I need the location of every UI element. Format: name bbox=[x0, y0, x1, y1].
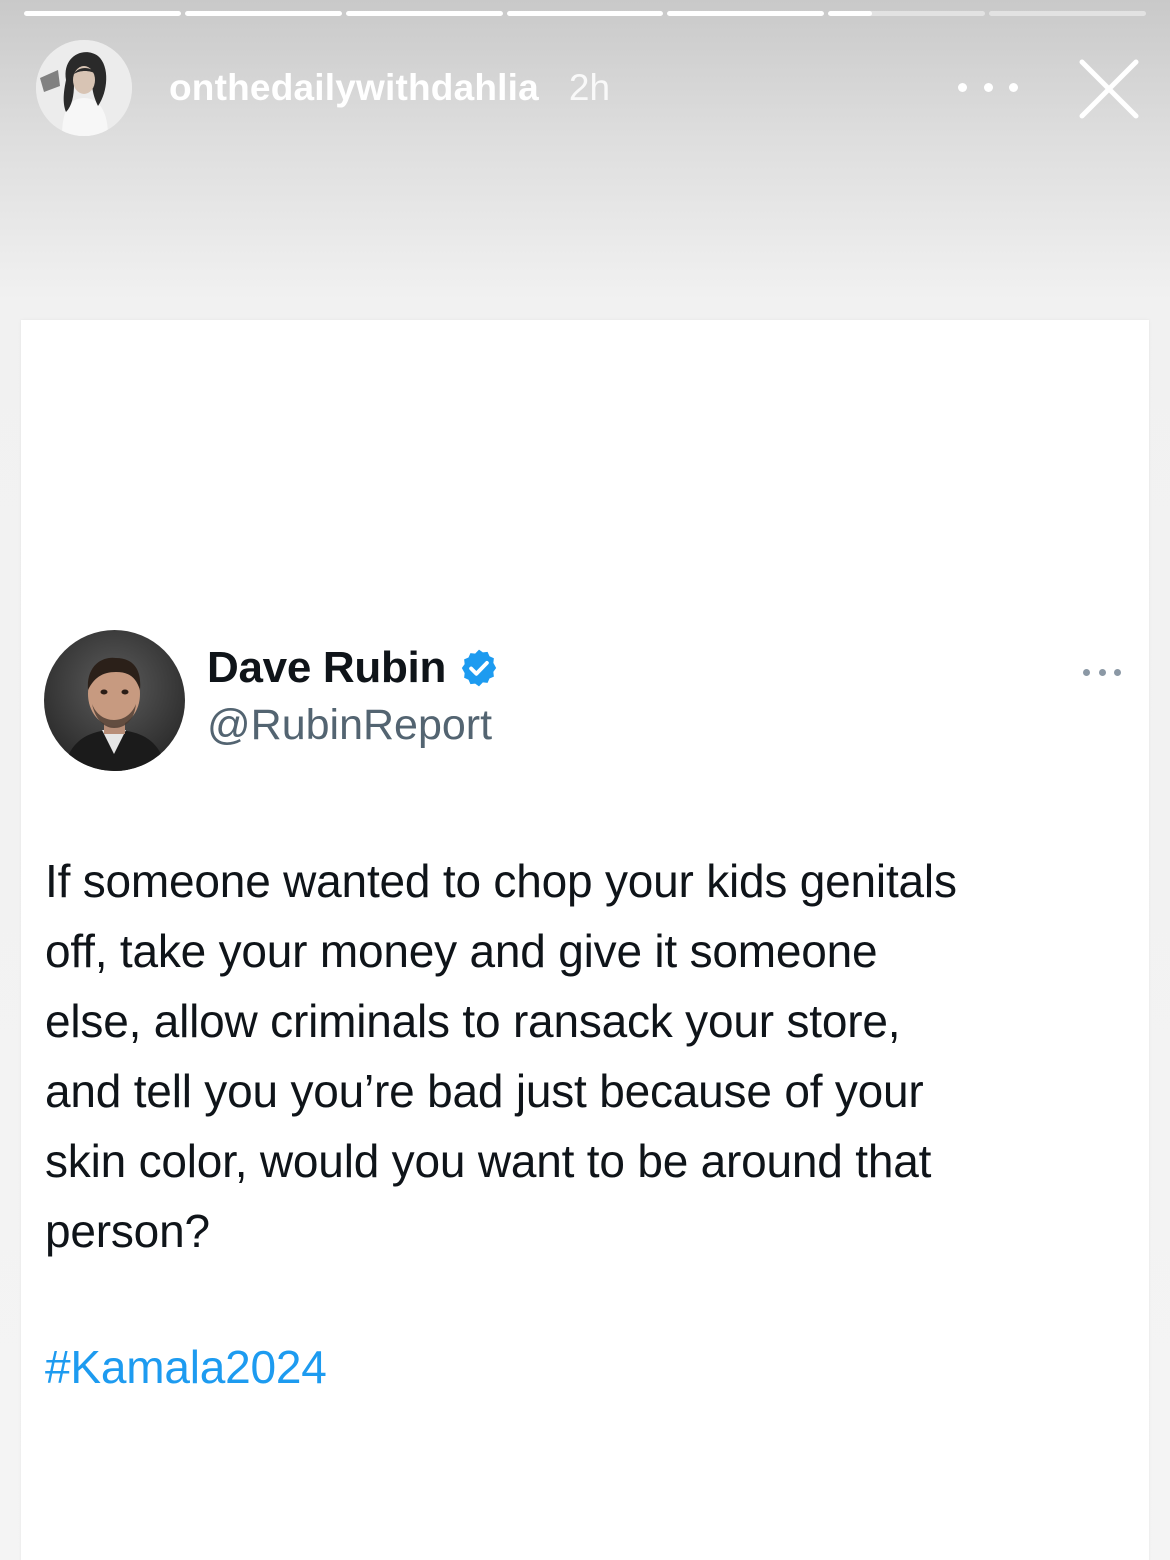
story-timestamp: 2h bbox=[568, 67, 611, 108]
tweet-author-names: Dave Rubin @RubinReport bbox=[207, 643, 500, 750]
dot bbox=[958, 82, 967, 92]
dot bbox=[983, 82, 993, 92]
more-horizontal-icon[interactable] bbox=[958, 72, 1018, 102]
progress-segment bbox=[184, 11, 342, 16]
story-header: onthedailywithdahlia 2h bbox=[36, 40, 1140, 136]
verified-badge-icon bbox=[458, 647, 500, 689]
tweet-author: Dave Rubin @RubinReport bbox=[44, 629, 500, 771]
progress-segment bbox=[989, 11, 1147, 16]
progress-fill bbox=[506, 11, 664, 16]
progress-segment bbox=[345, 11, 503, 16]
dot bbox=[1114, 668, 1121, 676]
progress-segment bbox=[828, 11, 986, 16]
progress-fill bbox=[667, 11, 825, 16]
progress-fill bbox=[345, 11, 503, 16]
progress-segment bbox=[667, 11, 825, 16]
close-icon[interactable] bbox=[1078, 58, 1140, 120]
progress-segment bbox=[24, 11, 181, 16]
tweet-text: If someone wanted to chop your kids geni… bbox=[45, 855, 957, 1257]
tweet-display-name[interactable]: Dave Rubin bbox=[207, 643, 446, 693]
dot bbox=[1083, 668, 1090, 676]
tweet-card: Dave Rubin @RubinReport If someone wante… bbox=[21, 320, 1149, 1560]
story-username[interactable]: onthedailywithdahlia bbox=[169, 67, 539, 109]
story-progress-bar bbox=[24, 11, 1147, 16]
dot bbox=[1009, 82, 1018, 92]
dot bbox=[1098, 668, 1106, 676]
progress-fill bbox=[184, 11, 342, 16]
progress-segment bbox=[506, 11, 664, 16]
tweet-hashtag[interactable]: #Kamala2024 bbox=[45, 1340, 327, 1394]
tweet-handle[interactable]: @RubinReport bbox=[207, 701, 500, 750]
tweet-author-avatar bbox=[44, 629, 185, 771]
story-author-avatar[interactable] bbox=[36, 40, 132, 136]
story-viewer: onthedailywithdahlia 2h Dave Rubin @Rubi… bbox=[0, 0, 1170, 1560]
progress-fill bbox=[828, 11, 873, 16]
progress-fill bbox=[24, 11, 181, 16]
tweet-more-icon[interactable] bbox=[1083, 666, 1121, 678]
display-name-row: Dave Rubin bbox=[207, 643, 500, 693]
